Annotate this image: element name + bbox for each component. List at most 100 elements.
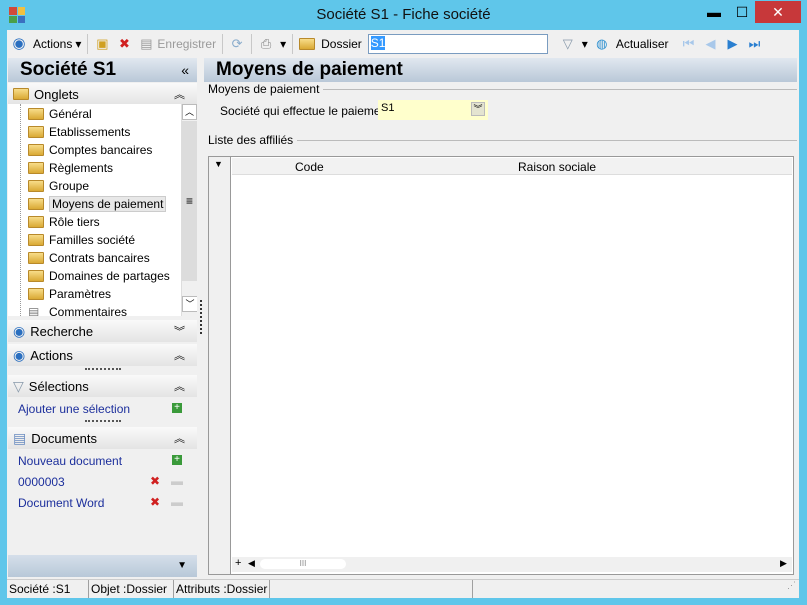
- close-button[interactable]: ✕: [755, 1, 801, 23]
- title-bar: Société S1 - Fiche société ▬ ☐ ✕: [0, 0, 807, 30]
- sync-icon[interactable]: ⟳: [229, 36, 245, 52]
- dossier-value: S1: [370, 36, 386, 50]
- tree-item[interactable]: Groupe: [8, 177, 197, 195]
- refresh-icon[interactable]: ◍: [594, 36, 610, 52]
- tree-item-label: Etablissements: [49, 125, 131, 139]
- grid-hscrollbar[interactable]: + ◀ III ▶: [232, 557, 792, 572]
- tree-item[interactable]: ▤ Commentaires: [8, 303, 197, 316]
- add-icon[interactable]: +: [172, 403, 182, 413]
- collapse-panel-button[interactable]: «: [181, 58, 189, 82]
- tree-item-label: Général: [49, 107, 92, 121]
- filter-icon[interactable]: ▽: [560, 36, 576, 52]
- dossier-label: Dossier: [321, 37, 362, 51]
- tree-item-label: Familles société: [49, 233, 136, 247]
- folder-icon: [28, 180, 44, 192]
- maximize-button[interactable]: ☐: [727, 1, 757, 23]
- tree-scrollbar[interactable]: ︿ ≡ ﹀: [181, 104, 197, 316]
- add-icon[interactable]: +: [172, 455, 182, 465]
- splitter[interactable]: [200, 300, 202, 334]
- first-record-icon[interactable]: ⏮: [681, 36, 697, 52]
- folder-icon: [28, 108, 44, 120]
- document-icon: ▤: [13, 429, 27, 446]
- section-title: Onglets: [34, 86, 79, 102]
- tree-item[interactable]: Comptes bancaires: [8, 141, 197, 159]
- document-link[interactable]: Document Word: [18, 496, 104, 510]
- expand-icon[interactable]: ︾: [174, 323, 185, 339]
- window-title: Société S1 - Fiche société: [316, 6, 491, 23]
- tree-item[interactable]: Moyens de paiement: [8, 195, 197, 213]
- filter-dropdown[interactable]: ▾: [582, 37, 588, 51]
- group-label: Moyens de paiement: [208, 82, 324, 96]
- column-header-code[interactable]: Code: [295, 160, 324, 174]
- folder-icon: [28, 288, 44, 300]
- folder-icon: [28, 162, 44, 174]
- delete-icon[interactable]: ✖: [150, 495, 160, 509]
- collapse-icon[interactable]: ︽: [174, 347, 185, 363]
- refresh-button[interactable]: Actualiser: [616, 37, 669, 51]
- tree-item[interactable]: Domaines de partages: [8, 267, 197, 285]
- splitter[interactable]: [85, 420, 121, 423]
- separator: [87, 34, 89, 54]
- panel-overflow-button[interactable]: ▼: [8, 555, 197, 577]
- new-document-link[interactable]: Nouveau document: [18, 454, 122, 468]
- section-documents[interactable]: ▤ Documents ︽: [8, 427, 197, 449]
- tree-item[interactable]: Familles société: [8, 231, 197, 249]
- tree-item[interactable]: Paramètres: [8, 285, 197, 303]
- toolbar: ◉ Actions ▾ ▣ ✖ ▤ Enregistrer ⟳ ⎙ ▾ Dossier…: [7, 30, 799, 58]
- actions-icon: ◉: [12, 35, 26, 52]
- folder-icon: [13, 88, 29, 100]
- societe-select[interactable]: S1 ︾: [378, 100, 488, 120]
- tree-item-label: Domaines de partages: [49, 269, 170, 283]
- delete-icon[interactable]: ✖: [116, 36, 132, 52]
- save-icon: ▤: [140, 36, 153, 51]
- print-icon[interactable]: ⎙: [258, 36, 274, 52]
- print-icon[interactable]: ▬: [171, 495, 183, 509]
- folder-icon: [28, 126, 44, 138]
- tree-item-label: Comptes bancaires: [49, 143, 153, 157]
- folder-icon: [299, 38, 316, 50]
- last-record-icon[interactable]: ⏭: [747, 36, 763, 52]
- dossier-input[interactable]: S1: [367, 34, 548, 54]
- tree-item-label: Moyens de paiement: [49, 196, 167, 212]
- grid-header: Code Raison sociale: [232, 158, 792, 175]
- add-row-icon[interactable]: +: [235, 557, 241, 569]
- tree-item[interactable]: Etablissements: [8, 123, 197, 141]
- save-label: Enregistrer: [157, 37, 217, 51]
- new-icon[interactable]: ▣: [94, 36, 110, 52]
- separator: [292, 34, 294, 54]
- tree-item[interactable]: Général: [8, 105, 197, 123]
- document-link[interactable]: 0000003: [18, 475, 65, 489]
- collapse-icon[interactable]: ︽: [174, 430, 185, 446]
- tree-item[interactable]: Rôle tiers: [8, 213, 197, 231]
- dropdown-icon[interactable]: ︾: [471, 102, 485, 116]
- tree-item[interactable]: Règlements: [8, 159, 197, 177]
- section-recherche[interactable]: ◉ Recherche ︾: [8, 320, 197, 342]
- folder-icon: [28, 216, 44, 228]
- collapse-icon[interactable]: ︽: [174, 86, 185, 102]
- separator: [251, 34, 253, 54]
- actions-menu[interactable]: Actions ▾: [33, 37, 81, 51]
- print-icon[interactable]: ▬: [171, 474, 183, 488]
- section-actions[interactable]: ◉ Actions ︽: [8, 344, 197, 366]
- scroll-thumb[interactable]: III: [260, 559, 346, 569]
- save-button[interactable]: ▤ Enregistrer: [138, 36, 216, 52]
- section-onglets[interactable]: Onglets ︽: [8, 83, 197, 105]
- delete-icon[interactable]: ✖: [150, 474, 160, 488]
- column-chooser-icon[interactable]: ▼: [214, 159, 223, 169]
- section-title: Documents: [31, 430, 97, 446]
- splitter[interactable]: [85, 368, 121, 371]
- print-dropdown[interactable]: ▾: [280, 37, 286, 51]
- scroll-left-icon[interactable]: ◀: [248, 558, 255, 569]
- collapse-icon[interactable]: ︽: [174, 378, 185, 394]
- tabs-tree: Général Etablissements Comptes bancaires Rè…: [8, 104, 197, 316]
- add-selection-link[interactable]: Ajouter une sélection: [18, 402, 130, 416]
- resize-grip[interactable]: ⋰: [473, 580, 799, 598]
- tree-item[interactable]: Contrats bancaires: [8, 249, 197, 267]
- previous-record-icon[interactable]: ◀: [703, 36, 719, 52]
- scroll-right-icon[interactable]: ▶: [780, 558, 787, 569]
- section-title: Recherche: [30, 323, 94, 339]
- column-header-raison-sociale[interactable]: Raison sociale: [518, 160, 596, 174]
- minimize-button[interactable]: ▬: [699, 1, 729, 23]
- next-record-icon[interactable]: ▶: [725, 36, 741, 52]
- section-selections[interactable]: ▽ Sélections ︽: [8, 375, 197, 397]
